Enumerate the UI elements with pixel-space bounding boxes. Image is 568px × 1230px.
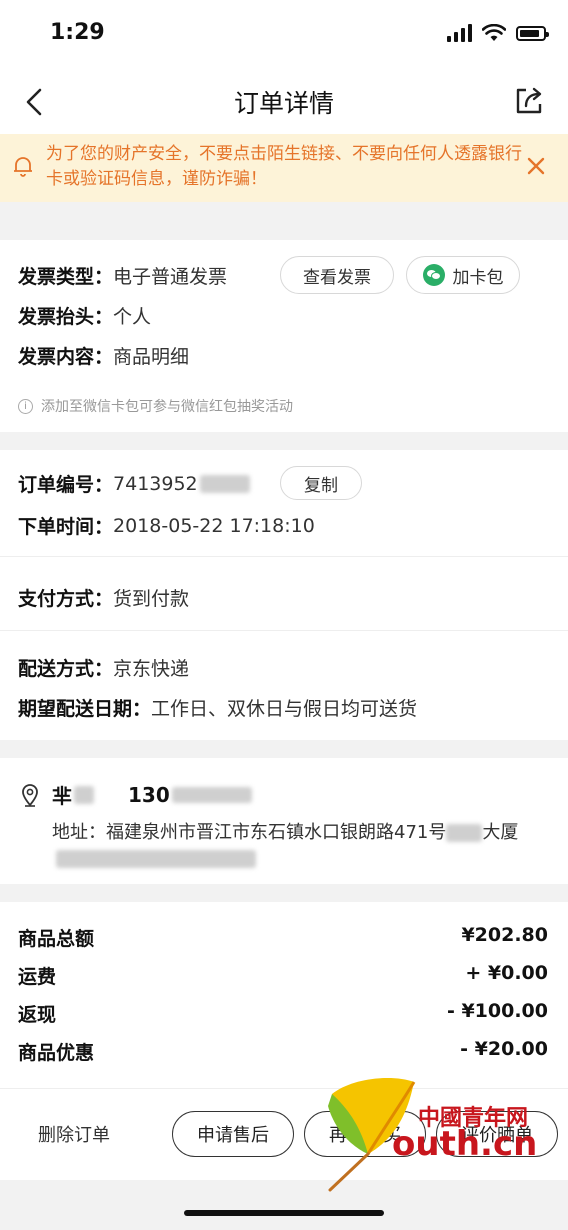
order-number-blurred: [199, 474, 250, 493]
close-icon[interactable]: [526, 156, 546, 176]
delivery-method-value: 京东快递: [113, 658, 190, 680]
price-label: 运费: [18, 966, 57, 988]
review-button[interactable]: 评价晒单: [436, 1111, 558, 1157]
order-card: 订单编号： 7413952 复制 下单时间： 2018-05-22 17:18:…: [0, 450, 568, 740]
address-prefix: 地址：福建泉州市晋江市东石镇水口银朗路471号: [52, 822, 447, 843]
order-number-label: 订单编号：: [18, 474, 114, 496]
order-time-value: 2018-05-22 17:18:10: [113, 514, 315, 537]
payment-value: 货到付款: [113, 588, 190, 610]
invoice-content-label: 发票内容：: [18, 346, 114, 368]
price-label: 商品优惠: [18, 1042, 95, 1064]
address-blurred-1: [446, 824, 483, 842]
price-row-shipping: 运费 + ¥0.00: [18, 962, 548, 989]
invoice-content-row: 发票内容： 商品明细: [18, 342, 189, 369]
invoice-type-row: 发票类型： 电子普通发票: [18, 262, 227, 289]
bottom-action-bar: 删除订单 申请售后 再次购买 评价晒单: [0, 1088, 568, 1180]
add-card-label: 加卡包: [452, 267, 504, 288]
recipient-info: 芈 130: [52, 780, 252, 809]
rebuy-button[interactable]: 再次购买: [304, 1111, 426, 1157]
view-invoice-button[interactable]: 查看发票: [280, 256, 394, 294]
invoice-content-value: 商品明细: [113, 346, 190, 368]
price-amount: ¥202.80: [461, 924, 548, 946]
recipient-name-blurred: [74, 785, 94, 804]
order-number-value: 7413952: [113, 472, 198, 495]
delivery-method-row: 配送方式： 京东快递: [18, 654, 189, 681]
wifi-icon: [482, 24, 506, 41]
price-amount: - ¥20.00: [460, 1038, 548, 1060]
bell-icon: [14, 157, 32, 177]
invoice-title-label: 发票抬头：: [18, 306, 114, 328]
invoice-type-value: 电子普通发票: [113, 266, 228, 288]
price-card: 商品总额 ¥202.80 运费 + ¥0.00 返现 - ¥100.00 商品优…: [0, 902, 568, 1088]
page-title: 订单详情: [233, 89, 334, 118]
rebuy-label: 再次购买: [329, 1125, 401, 1146]
address-card: 芈 130 地址：福建泉州市晋江市东石镇水口银朗路471号 大厦: [0, 758, 568, 884]
invoice-card: 发票类型： 电子普通发票 查看发票 加卡包 发票抬头： 个人 发票内容： 商品明…: [0, 240, 568, 432]
review-label: 评价晒单: [461, 1125, 533, 1146]
info-icon: i: [18, 398, 33, 414]
invoice-info: i 添加至微信卡包可参与微信红包抽奖活动: [18, 396, 293, 416]
divider: [0, 556, 568, 557]
price-label: 商品总额: [18, 928, 95, 950]
delivery-date-label: 期望配送日期：: [18, 698, 152, 720]
payment-row: 支付方式： 货到付款: [18, 584, 189, 611]
order-number-row: 订单编号： 7413952: [18, 470, 250, 497]
recipient-phone: 130: [128, 782, 170, 807]
delivery-date-row: 期望配送日期： 工作日、双休日与假日均可送货: [18, 694, 417, 721]
copy-label: 复制: [304, 475, 338, 496]
wechat-icon: [422, 264, 445, 286]
recipient-phone-blurred: [171, 786, 252, 803]
price-amount: - ¥100.00: [446, 1000, 548, 1022]
location-icon: [22, 784, 38, 807]
price-amount: + ¥0.00: [465, 962, 548, 984]
nav-bar: 订单详情: [0, 70, 568, 134]
order-time-label: 下单时间：: [18, 516, 114, 538]
order-time-row: 下单时间： 2018-05-22 17:18:10: [18, 512, 315, 539]
invoice-title-row: 发票抬头： 个人: [18, 302, 151, 329]
delivery-method-label: 配送方式：: [18, 658, 114, 680]
price-row-total: 商品总额 ¥202.80: [18, 924, 548, 951]
battery-icon: [516, 25, 549, 41]
security-notice: 为了您的财产安全，不要点击陌生链接、不要向任何人透露银行卡或验证码信息，谨防诈骗…: [0, 134, 568, 202]
invoice-type-label: 发票类型：: [18, 266, 114, 288]
delete-order-button[interactable]: 删除订单: [38, 1121, 110, 1147]
home-indicator-area: [0, 1180, 568, 1230]
payment-label: 支付方式：: [18, 588, 114, 610]
after-sale-button[interactable]: 申请售后: [172, 1111, 294, 1157]
share-icon[interactable]: [512, 84, 546, 118]
price-label: 返现: [18, 1004, 57, 1026]
address-blurred-2: [56, 850, 256, 868]
home-indicator[interactable]: [184, 1210, 384, 1216]
add-card-button[interactable]: 加卡包: [406, 256, 520, 294]
status-bar: 1:29: [0, 0, 568, 70]
notice-text: 为了您的财产安全，不要点击陌生链接、不要向任何人透露银行卡或验证码信息，谨防诈骗…: [46, 144, 522, 189]
delivery-date-value: 工作日、双休日与假日均可送货: [151, 698, 418, 720]
invoice-info-text: 添加至微信卡包可参与微信红包抽奖活动: [41, 399, 293, 415]
price-row-cashback: 返现 - ¥100.00: [18, 1000, 548, 1027]
after-sale-label: 申请售后: [197, 1125, 269, 1146]
address-text: 地址：福建泉州市晋江市东石镇水口银朗路471号 大厦: [52, 820, 552, 872]
signal-icon: [447, 24, 472, 42]
price-row-discount: 商品优惠 - ¥20.00: [18, 1038, 548, 1065]
address-suffix: 大厦: [482, 822, 519, 843]
copy-button[interactable]: 复制: [280, 466, 362, 500]
recipient-name: 芈: [52, 784, 72, 808]
divider: [0, 630, 568, 631]
status-time: 1:29: [50, 20, 105, 45]
invoice-title-value: 个人: [113, 306, 152, 328]
status-icons: [447, 24, 549, 42]
view-invoice-label: 查看发票: [303, 267, 371, 288]
